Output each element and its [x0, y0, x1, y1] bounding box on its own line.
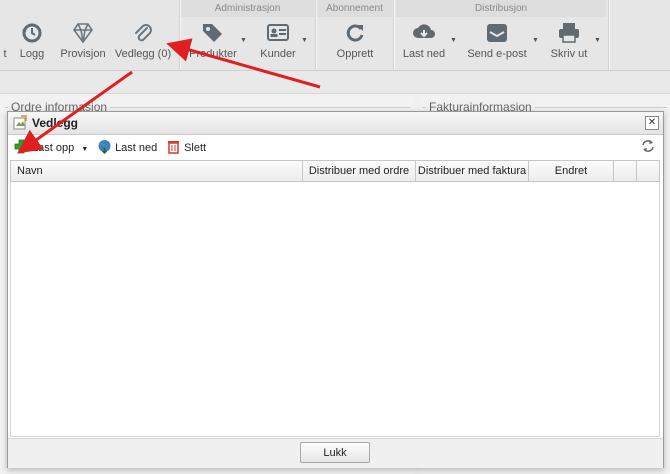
upload-label: Last opp	[32, 142, 75, 154]
secondary-bar	[0, 71, 670, 94]
download-button[interactable]: Last ned	[97, 139, 157, 155]
ribbon-toolbar: Administrasjon Abonnement Distribusjon t…	[0, 0, 670, 71]
dialog-titlebar[interactable]: Vedlegg ✕	[8, 112, 663, 135]
mail-icon	[487, 24, 507, 42]
history-icon	[22, 23, 42, 43]
opprett-button[interactable]: Opprett	[332, 20, 378, 68]
chevron-down-icon[interactable]: ▼	[81, 146, 88, 153]
produkter-button[interactable]: Produkter	[188, 20, 238, 68]
skriv-ut-label: Skriv ut	[550, 48, 588, 60]
skriv-ut-dropdown-arrow-icon[interactable]: ▼	[594, 37, 601, 44]
dialog-title: Vedlegg	[32, 116, 79, 130]
trash-icon	[168, 141, 179, 154]
delete-button[interactable]: Slett	[166, 139, 206, 155]
logg-button[interactable]: Logg	[14, 20, 50, 68]
column-header-distribuer-med-ordre[interactable]: Distribuer med ordre	[303, 161, 416, 181]
plus-icon	[14, 139, 29, 154]
contact-card-icon	[267, 24, 289, 41]
group-header-administrasjon: Administrasjon	[181, 0, 314, 17]
attachments-dialog: Vedlegg ✕ Last opp ▼ Last ned Slett Navn…	[7, 111, 664, 468]
group-separator	[179, 0, 181, 70]
upload-button[interactable]: Last opp ▼	[14, 139, 88, 155]
send-epost-dropdown-arrow-icon[interactable]: ▼	[532, 37, 539, 44]
provisjon-button[interactable]: Provisjon	[58, 20, 108, 68]
kunder-button[interactable]: Kunder	[256, 20, 300, 68]
skriv-ut-button[interactable]: Skriv ut	[548, 20, 590, 68]
ribbon-button-label: t	[3, 48, 7, 60]
send-epost-button[interactable]: Send e-post	[466, 20, 528, 68]
attachment-dialog-icon	[13, 115, 27, 130]
dialog-footer: Lukk	[8, 438, 663, 468]
last-ned-dropdown-arrow-icon[interactable]: ▼	[450, 37, 457, 44]
group-separator	[315, 0, 317, 70]
close-button[interactable]: Lukk	[300, 442, 370, 463]
last-ned-button[interactable]: Last ned	[400, 20, 448, 68]
last-ned-label: Last ned	[402, 48, 446, 60]
printer-icon	[559, 23, 579, 43]
cloud-download-icon	[413, 24, 435, 38]
produkter-label: Produkter	[189, 48, 237, 60]
attachments-grid-header: Navn Distribuer med ordre Distribuer med…	[10, 160, 660, 182]
provisjon-label: Provisjon	[60, 48, 106, 60]
attachments-grid-body	[10, 182, 660, 437]
kunder-dropdown-arrow-icon[interactable]: ▼	[301, 37, 308, 44]
paperclip-icon	[135, 24, 152, 42]
opprett-label: Opprett	[336, 48, 374, 60]
vedlegg-button[interactable]: Vedlegg (0)	[114, 20, 172, 68]
column-header-actions	[614, 161, 637, 181]
send-epost-label: Send e-post	[467, 48, 527, 60]
globe-download-icon	[98, 140, 111, 155]
group-header-distribusjon: Distribusjon	[396, 0, 606, 17]
group-separator	[608, 0, 610, 70]
vedlegg-label: Vedlegg (0)	[114, 48, 172, 60]
produkter-dropdown-arrow-icon[interactable]: ▼	[240, 37, 247, 44]
download-label: Last ned	[115, 142, 158, 154]
delete-label: Slett	[184, 142, 207, 154]
tags-icon	[203, 24, 222, 42]
dialog-toolbar: Last opp ▼ Last ned Slett	[8, 135, 663, 159]
column-header-distribuer-med-faktura[interactable]: Distribuer med faktura	[416, 161, 529, 181]
refresh-icon[interactable]	[641, 139, 655, 153]
group-separator	[393, 0, 395, 70]
group-header-abonnement: Abonnement	[317, 0, 392, 17]
refresh-icon	[346, 24, 364, 42]
close-icon[interactable]: ✕	[645, 116, 659, 130]
diamond-icon	[73, 23, 93, 44]
column-header-endret[interactable]: Endret	[529, 161, 614, 181]
column-header-navn[interactable]: Navn	[11, 161, 303, 181]
logg-label: Logg	[19, 48, 45, 60]
kunder-label: Kunder	[260, 48, 296, 60]
